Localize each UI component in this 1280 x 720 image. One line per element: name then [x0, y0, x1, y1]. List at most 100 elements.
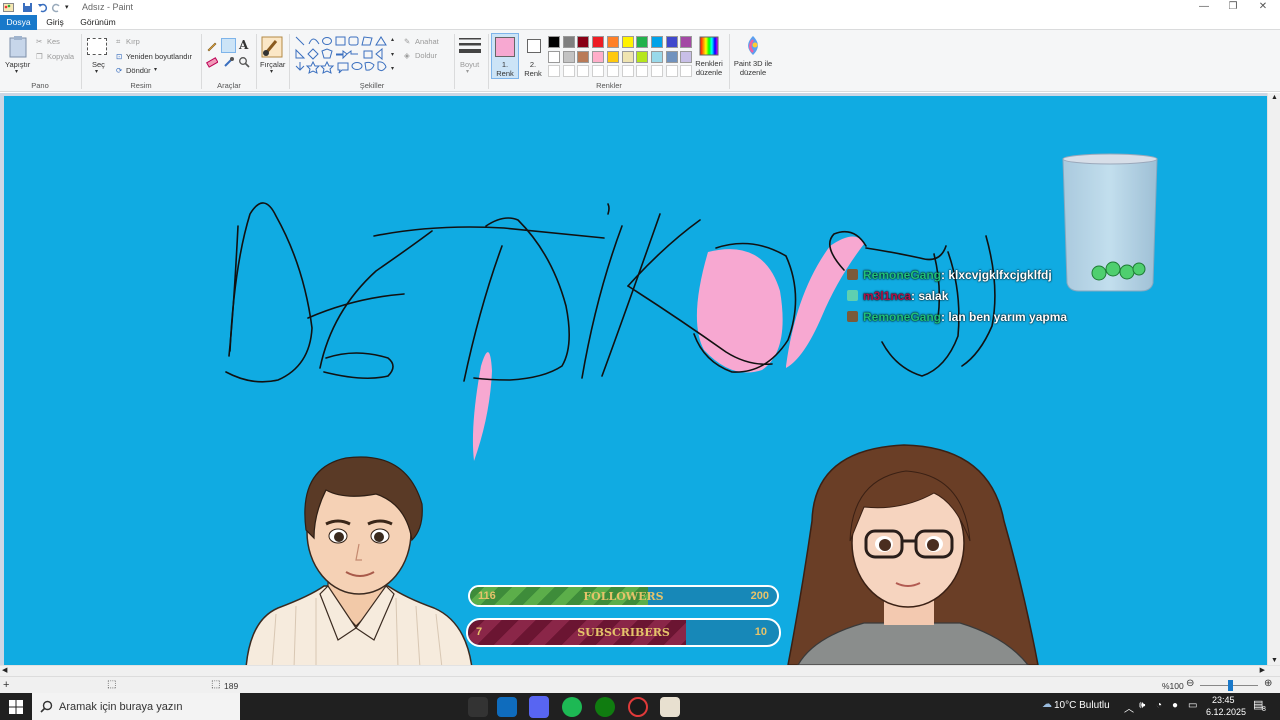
magnifier-icon[interactable]	[238, 56, 250, 68]
paint3d-label[interactable]: Paint 3D ile düzenle	[732, 59, 774, 77]
horizontal-scrollbar[interactable]: ◀ ▶	[0, 665, 1280, 676]
xbox-icon[interactable]	[595, 697, 615, 717]
shapes-scroll-down-icon[interactable]: ▾	[391, 51, 394, 58]
zoom-slider-thumb[interactable]	[1228, 680, 1233, 691]
network-icon[interactable]: ▭	[1188, 700, 1197, 711]
palette-color-swatch[interactable]	[562, 36, 575, 48]
save-icon[interactable]	[22, 2, 33, 13]
select-label[interactable]: Seç	[92, 60, 105, 69]
edit-colors-icon[interactable]	[699, 36, 719, 56]
outline-label[interactable]: Anahat	[415, 37, 439, 46]
paint-taskbar-icon[interactable]	[660, 697, 680, 717]
palette-color-swatch[interactable]	[621, 36, 634, 48]
custom-color-slot[interactable]	[606, 65, 619, 77]
palette-color-swatch[interactable]	[680, 50, 693, 63]
fill-label[interactable]: Doldur	[415, 51, 437, 60]
clock-date[interactable]: 6.12.2025	[1206, 707, 1246, 717]
select-icon[interactable]	[87, 38, 107, 55]
spotify-icon[interactable]	[562, 697, 582, 717]
color-picker-icon[interactable]	[223, 56, 235, 68]
custom-color-slot[interactable]	[548, 65, 560, 77]
tab-file[interactable]: Dosya	[0, 15, 37, 30]
palette-color-swatch[interactable]	[650, 50, 663, 63]
eraser-icon[interactable]	[206, 56, 218, 68]
wifi-icon[interactable]: ◔	[1156, 700, 1162, 711]
drawing-canvas[interactable]: RemoneGang: klxcvjgklfxcjgklfdj m3l1nca:…	[4, 96, 1267, 665]
tab-home[interactable]: Giriş	[40, 15, 70, 30]
size-icon[interactable]	[459, 37, 481, 55]
palette-color-swatch[interactable]	[606, 36, 619, 48]
outlook-icon[interactable]	[497, 697, 517, 717]
palette-color-swatch[interactable]	[562, 50, 575, 63]
palette-color-swatch[interactable]	[577, 36, 590, 48]
zoom-in-icon[interactable]: ⊕	[1264, 678, 1272, 689]
custom-color-slot[interactable]	[621, 65, 634, 77]
copy-label[interactable]: Kopyala	[47, 52, 74, 61]
palette-color-swatch[interactable]	[548, 50, 560, 63]
custom-color-slot[interactable]	[650, 65, 663, 77]
palette-color-swatch[interactable]	[606, 50, 619, 63]
taskbar-app-icon[interactable]	[468, 697, 488, 717]
scroll-left-icon[interactable]: ◀	[2, 666, 7, 674]
text-tool-icon[interactable]: A	[239, 38, 248, 52]
color2-swatch[interactable]	[527, 39, 541, 53]
palette-color-swatch[interactable]	[665, 36, 678, 48]
size-dropdown-icon[interactable]: ▾	[466, 68, 469, 75]
scroll-down-icon[interactable]: ▼	[1271, 657, 1278, 664]
volume-icon[interactable]: 🕪	[1139, 700, 1145, 711]
brushes-icon[interactable]	[260, 35, 284, 59]
select-dropdown-icon[interactable]: ▾	[95, 68, 98, 75]
custom-color-slot[interactable]	[665, 65, 678, 77]
shapes-scroll-up-icon[interactable]: ▴	[391, 36, 394, 43]
minimize-button[interactable]: —	[1196, 1, 1212, 14]
microphone-icon[interactable]: ●	[1172, 700, 1178, 711]
discord-icon[interactable]	[529, 696, 549, 718]
resize-label[interactable]: Yeniden boyutlandır	[126, 52, 192, 61]
palette-color-swatch[interactable]	[548, 36, 560, 48]
palette-color-swatch[interactable]	[621, 50, 634, 63]
customize-quick-access-icon[interactable]: ▾	[65, 3, 76, 14]
scroll-right-icon[interactable]: ▶	[1260, 666, 1265, 674]
obs-icon[interactable]	[628, 697, 648, 717]
weather-text[interactable]: 10°C Bulutlu	[1054, 700, 1110, 711]
scroll-up-icon[interactable]: ▲	[1271, 94, 1278, 101]
maximize-button[interactable]: ❐	[1225, 1, 1241, 14]
palette-color-swatch[interactable]	[680, 36, 693, 48]
undo-icon[interactable]	[37, 2, 48, 13]
palette-color-swatch[interactable]	[665, 50, 678, 63]
color2-label[interactable]: 2. Renk	[522, 60, 544, 78]
paint3d-icon[interactable]	[743, 35, 763, 57]
pencil-icon[interactable]	[206, 40, 218, 52]
size-label[interactable]: Boyut	[460, 60, 479, 69]
custom-color-slot[interactable]	[592, 65, 605, 77]
fill-tool-icon[interactable]	[221, 38, 236, 53]
redo-icon[interactable]	[51, 2, 62, 13]
palette-color-swatch[interactable]	[636, 36, 649, 48]
vertical-scrollbar[interactable]: ▲ ▼	[1267, 93, 1280, 665]
cut-label[interactable]: Kes	[47, 37, 60, 46]
palette-color-swatch[interactable]	[650, 36, 663, 48]
edit-colors-label[interactable]: Renkleri düzenle	[694, 59, 724, 77]
shapes-expand-icon[interactable]: ▾	[391, 65, 394, 72]
close-button[interactable]: ✕	[1255, 1, 1271, 14]
palette-color-swatch[interactable]	[592, 36, 605, 48]
paste-dropdown-icon[interactable]: ▾	[15, 68, 18, 75]
crop-label[interactable]: Kırp	[126, 37, 140, 46]
palette-color-swatch[interactable]	[636, 50, 649, 63]
tab-view[interactable]: Görünüm	[76, 15, 120, 30]
palette-color-swatch[interactable]	[592, 50, 605, 63]
zoom-out-icon[interactable]: ⊖	[1186, 678, 1194, 689]
custom-color-slot[interactable]	[577, 65, 590, 77]
custom-color-slot[interactable]	[636, 65, 649, 77]
custom-color-slot[interactable]	[680, 65, 693, 77]
rotate-label[interactable]: Döndür	[126, 66, 151, 75]
windows-start-icon[interactable]	[9, 700, 23, 714]
palette-color-swatch[interactable]	[577, 50, 590, 63]
taskbar-search[interactable]: Aramak için buraya yazın	[32, 693, 240, 720]
rotate-dropdown-icon[interactable]: ▾	[154, 66, 157, 73]
clock-time[interactable]: 23:45	[1212, 695, 1235, 705]
brushes-dropdown-icon[interactable]: ▾	[270, 68, 273, 75]
custom-color-slot[interactable]	[562, 65, 575, 77]
paste-icon[interactable]	[8, 35, 28, 59]
tray-overflow-icon[interactable]: ︿	[1124, 700, 1134, 715]
